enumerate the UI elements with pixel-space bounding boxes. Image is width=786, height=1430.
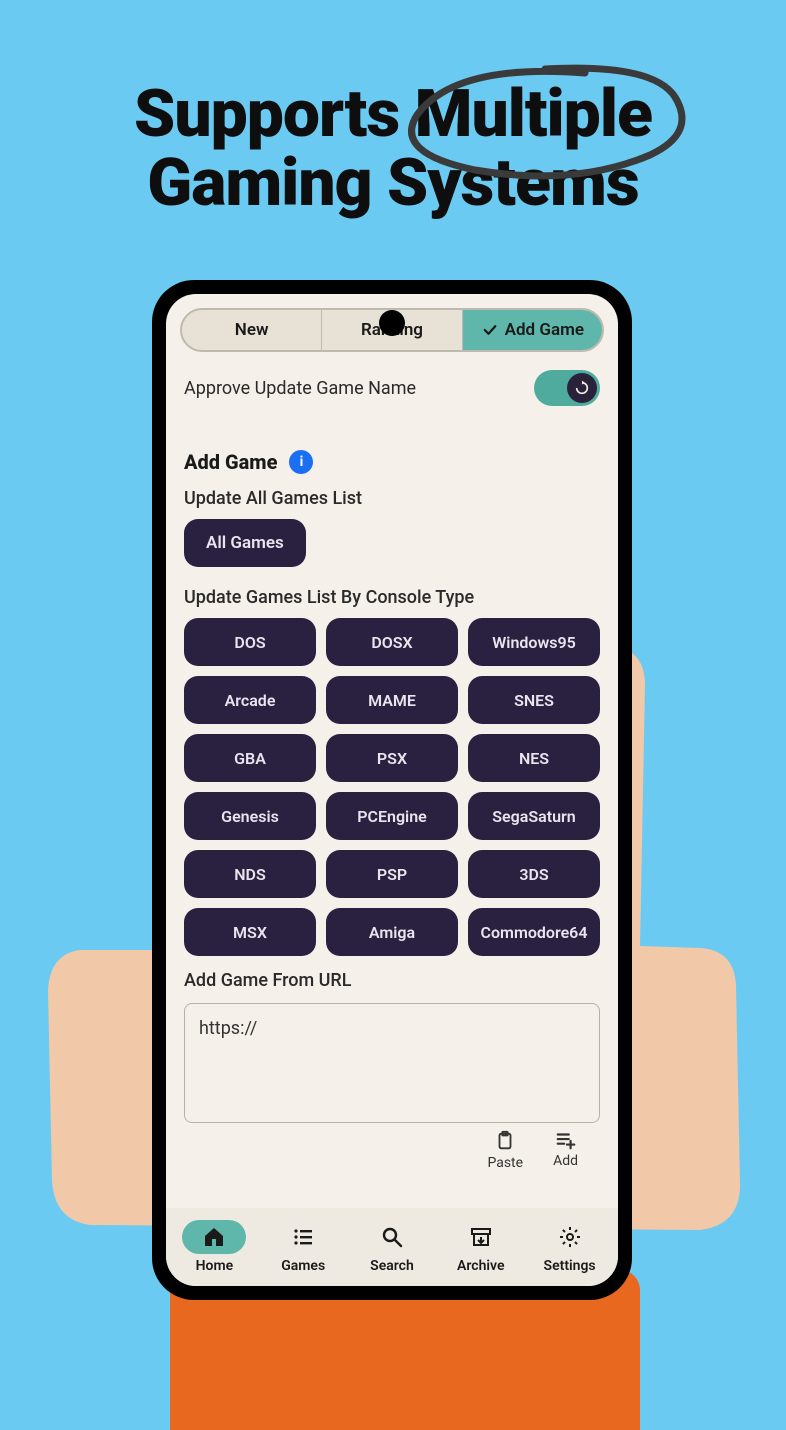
nav-home-label: Home — [196, 1258, 234, 1274]
list-icon — [271, 1220, 335, 1254]
console-button-gba[interactable]: GBA — [184, 734, 316, 782]
nav-settings-label: Settings — [544, 1258, 596, 1274]
console-button-snes[interactable]: SNES — [468, 676, 600, 724]
hero-line2: Gaming Systems — [0, 149, 786, 218]
add-button[interactable]: Add — [553, 1129, 578, 1171]
screen: New Ranking Add Game Approve Update Game… — [166, 294, 618, 1286]
check-icon — [481, 321, 499, 339]
nav-archive-label: Archive — [457, 1258, 504, 1274]
tab-new[interactable]: New — [182, 310, 322, 350]
nav-archive[interactable]: Archive — [436, 1220, 525, 1274]
refresh-icon — [567, 373, 597, 403]
camera-dot — [379, 310, 405, 336]
nav-home[interactable]: Home — [170, 1220, 259, 1274]
console-button-segasaturn[interactable]: SegaSaturn — [468, 792, 600, 840]
nav-games[interactable]: Games — [259, 1220, 348, 1274]
home-icon — [182, 1220, 246, 1254]
nav-games-label: Games — [281, 1258, 325, 1274]
console-button-commodore64[interactable]: Commodore64 — [468, 908, 600, 956]
console-grid: DOSDOSXWindows95 ArcadeMAMESNES GBAPSXNES G… — [184, 618, 600, 956]
nav-settings[interactable]: Settings — [525, 1220, 614, 1274]
phone-frame: New Ranking Add Game Approve Update Game… — [152, 280, 632, 1300]
all-games-button[interactable]: All Games — [184, 519, 306, 567]
console-button-mame[interactable]: MAME — [326, 676, 458, 724]
console-button-dos[interactable]: DOS — [184, 618, 316, 666]
url-input[interactable]: https:// — [184, 1003, 600, 1123]
add-url-title: Add Game From URL — [184, 970, 600, 991]
bottom-nav: Home Games Search Archive Settings — [166, 1208, 618, 1286]
console-button-dosx[interactable]: DOSX — [326, 618, 458, 666]
approve-label: Approve Update Game Name — [184, 378, 416, 399]
gear-icon — [538, 1220, 602, 1254]
hero-line1: Supports Multiple — [0, 80, 786, 149]
console-button-nds[interactable]: NDS — [184, 850, 316, 898]
console-button-3ds[interactable]: 3DS — [468, 850, 600, 898]
tab-add-game-label: Add Game — [505, 320, 584, 340]
hero-heading: Supports Multiple Gaming Systems — [0, 80, 786, 219]
approve-toggle[interactable] — [534, 370, 600, 406]
console-button-windows95[interactable]: Windows95 — [468, 618, 600, 666]
add-list-icon — [554, 1129, 578, 1151]
nav-search[interactable]: Search — [348, 1220, 437, 1274]
tab-add-game[interactable]: Add Game — [463, 310, 602, 350]
console-button-arcade[interactable]: Arcade — [184, 676, 316, 724]
console-button-nes[interactable]: NES — [468, 734, 600, 782]
clipboard-icon — [494, 1129, 516, 1153]
paste-button[interactable]: Paste — [487, 1129, 523, 1171]
url-placeholder: https:// — [199, 1018, 257, 1039]
add-game-title: Add Game — [184, 450, 277, 474]
console-button-msx[interactable]: MSX — [184, 908, 316, 956]
console-button-psp[interactable]: PSP — [326, 850, 458, 898]
info-icon[interactable]: i — [289, 450, 313, 474]
update-all-title: Update All Games List — [184, 488, 600, 509]
add-label: Add — [553, 1153, 578, 1169]
nav-search-label: Search — [370, 1258, 414, 1274]
console-button-pcengine[interactable]: PCEngine — [326, 792, 458, 840]
archive-icon — [449, 1220, 513, 1254]
search-icon — [360, 1220, 424, 1254]
update-by-console-title: Update Games List By Console Type — [184, 587, 600, 608]
paste-label: Paste — [487, 1155, 523, 1171]
console-button-genesis[interactable]: Genesis — [184, 792, 316, 840]
console-button-amiga[interactable]: Amiga — [326, 908, 458, 956]
console-button-psx[interactable]: PSX — [326, 734, 458, 782]
